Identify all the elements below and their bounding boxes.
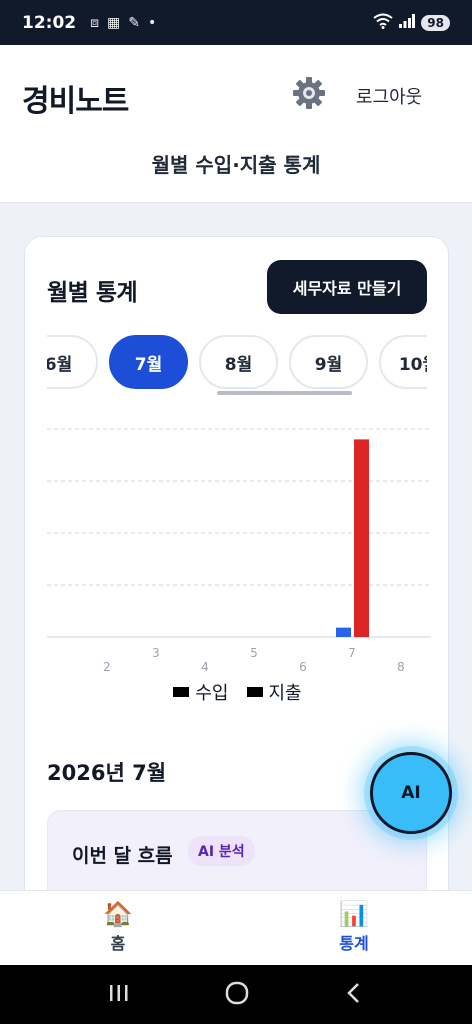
x-tick-label: 5	[250, 646, 258, 660]
month-selector[interactable]: 6월 7월 8월 9월 10월	[47, 335, 427, 391]
card-title: 월별 통계	[47, 280, 138, 306]
logout-button[interactable]: 로그아웃	[356, 83, 422, 109]
x-tick-label: 3	[152, 646, 160, 660]
wifi-icon	[373, 13, 393, 33]
period-title: 2026년 7월	[47, 761, 167, 785]
monthly-bar-chart: 23456789	[47, 409, 448, 709]
month-pill-7[interactable]: 7월	[109, 335, 188, 389]
x-tick-label: 8	[397, 660, 405, 674]
home-icon: 🏠	[103, 900, 133, 928]
x-tick-label: 6	[299, 660, 307, 674]
app-header: 경비노트 로그아웃 월별 수입·지출 통계	[0, 45, 472, 203]
x-tick-label: 7	[348, 646, 356, 660]
legend-expense-swatch	[246, 687, 263, 697]
income-bar	[336, 627, 351, 637]
legend-income[interactable]: 수입	[173, 679, 229, 705]
x-tick-label: 2	[103, 660, 111, 674]
app-notification-icon: ✎	[128, 14, 140, 31]
home-system-button[interactable]	[224, 980, 250, 1010]
nav-stats-label: 통계	[339, 934, 369, 953]
month-pill-9[interactable]: 9월	[289, 335, 368, 389]
create-tax-data-button[interactable]: 세무자료 만들기	[267, 260, 427, 314]
back-button[interactable]	[343, 981, 365, 1009]
nav-stats[interactable]: 📊 통계	[236, 891, 472, 965]
ai-analysis-badge: AI 분석	[188, 836, 255, 866]
bar-chart-icon: 📊	[339, 900, 369, 928]
expense-bar	[354, 439, 369, 637]
legend-income-label: 수입	[195, 683, 229, 704]
x-tick-label: 4	[201, 660, 209, 674]
legend-expense-label: 지출	[268, 683, 302, 704]
flow-title: 이번 달 흐름	[72, 845, 173, 867]
battery-indicator: 98	[421, 14, 450, 31]
app-title: 경비노트	[22, 84, 129, 119]
signal-icon	[399, 13, 416, 32]
month-pill-6[interactable]: 6월	[47, 335, 98, 389]
status-time: 12:02	[22, 12, 77, 33]
legend-expense[interactable]: 지출	[246, 679, 302, 705]
month-strip-scrollbar[interactable]	[217, 391, 352, 395]
status-dot: •	[148, 14, 157, 31]
status-bar: 12:02 ⧈ ▦ ✎ • 98	[0, 0, 472, 45]
ai-assistant-button[interactable]: AI	[370, 752, 452, 834]
bottom-nav: 🏠 홈 📊 통계	[0, 890, 472, 965]
system-nav-bar	[0, 965, 472, 1024]
settings-button[interactable]	[289, 75, 329, 115]
legend-income-swatch	[173, 687, 190, 697]
nav-home[interactable]: 🏠 홈	[0, 891, 236, 965]
page-subtitle: 월별 수입·지출 통계	[151, 153, 321, 177]
nav-home-label: 홈	[110, 934, 126, 953]
screenshot-icon: ⧈	[90, 14, 100, 31]
qr-icon: ▦	[107, 14, 121, 31]
gear-icon	[292, 76, 326, 114]
month-pill-8[interactable]: 8월	[199, 335, 278, 389]
recent-apps-button[interactable]	[107, 982, 131, 1008]
chart-legend: 수입 지출	[25, 679, 448, 705]
chart-canvas: 23456789	[47, 428, 448, 674]
month-pill-10[interactable]: 10월	[379, 335, 427, 389]
